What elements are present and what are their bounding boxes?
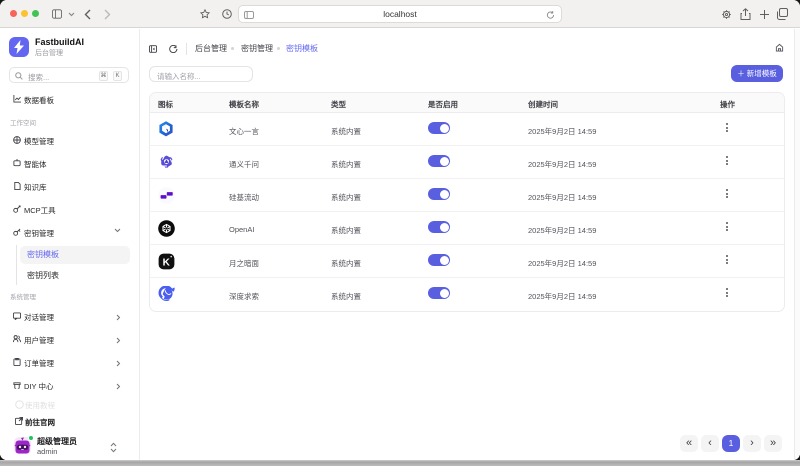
svg-text:K: K bbox=[163, 257, 171, 268]
